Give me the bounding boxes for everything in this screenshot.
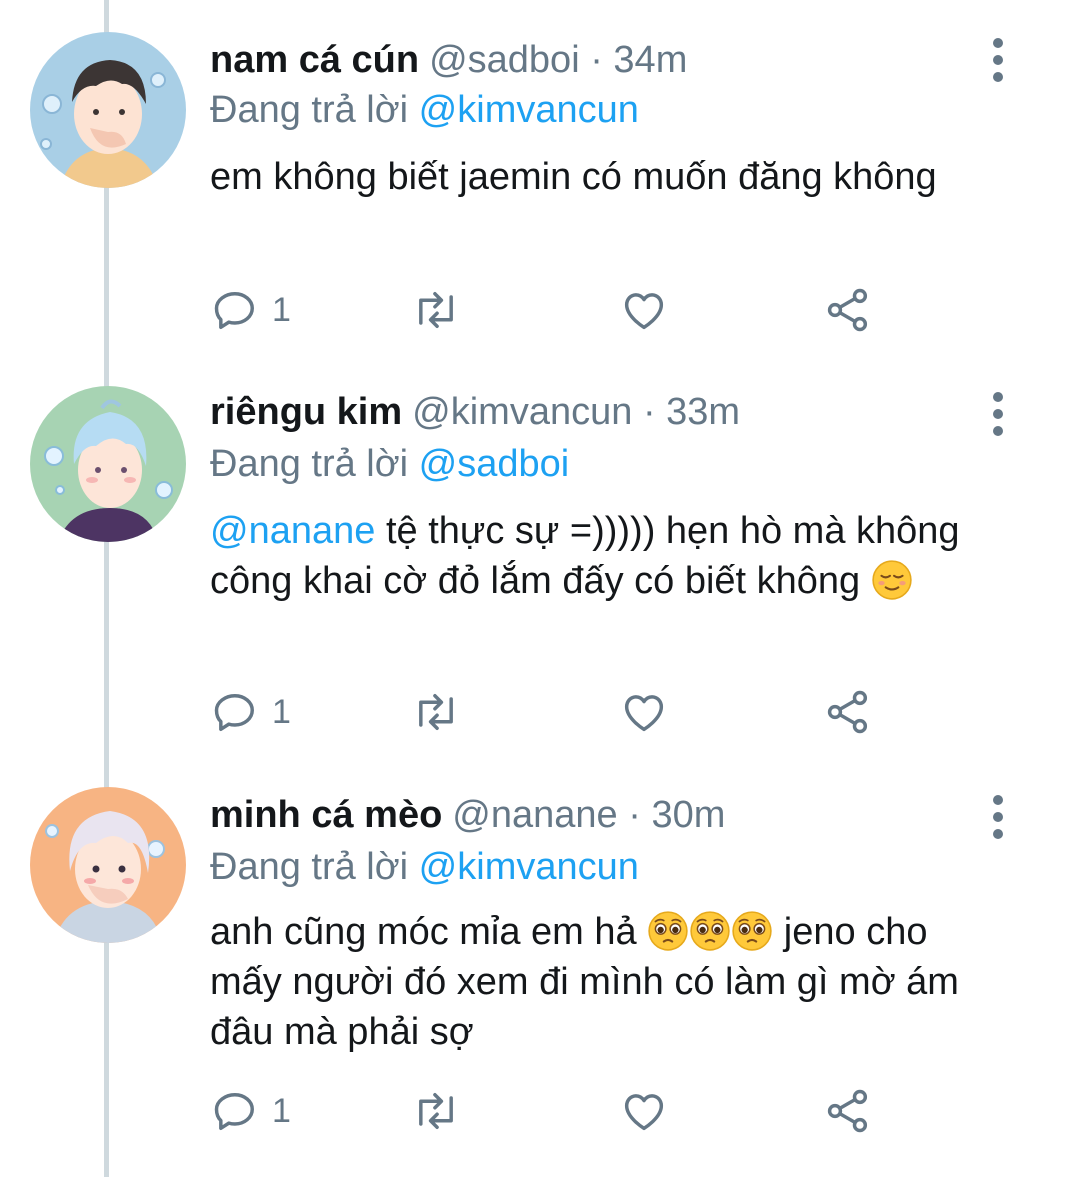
relieved-face-emoji <box>871 559 913 601</box>
replying-to-label: Đang trả lời <box>210 443 409 485</box>
avatar[interactable] <box>30 32 186 188</box>
retweet-button[interactable] <box>410 1083 470 1139</box>
tweet-header: minh cá mèo @nanane · 30m <box>210 785 725 845</box>
like-button[interactable] <box>618 1083 678 1139</box>
separator-dot: · <box>590 39 603 81</box>
more-vertical-icon[interactable] <box>986 392 1010 440</box>
tweet-text-before: anh cũng móc mỉa em hả <box>210 911 648 953</box>
tweet-header: riêngu kim @kimvancun · 33m <box>210 382 740 442</box>
share-icon <box>827 1089 868 1133</box>
replying-to-mention[interactable]: @sadboi <box>419 443 570 485</box>
display-name[interactable]: minh cá mèo <box>210 794 442 836</box>
replying-to: Đang trả lời @kimvancun <box>210 84 639 136</box>
retweet-icon <box>419 694 453 730</box>
tweet-actions: 1 <box>210 282 910 338</box>
more-vertical-icon[interactable] <box>986 38 1010 86</box>
reply-icon <box>214 694 254 732</box>
reply-button[interactable]: 1 <box>210 282 300 338</box>
heart-icon <box>624 293 664 330</box>
reply-count: 1 <box>272 693 291 731</box>
replying-to: Đang trả lời @kimvancun <box>210 841 639 893</box>
replying-to-mention[interactable]: @kimvancun <box>419 846 639 888</box>
tweet-text: anh cũng móc mỉa em hả jeno cho mấy ngườ… <box>210 907 990 1057</box>
user-handle[interactable]: @sadboi <box>429 39 580 81</box>
tweet-actions: 1 <box>210 684 910 740</box>
like-button[interactable] <box>618 684 678 740</box>
avatar-image <box>30 787 186 943</box>
reply-count: 1 <box>272 1092 291 1130</box>
separator-dot: · <box>642 391 656 433</box>
tweet-actions: 1 <box>210 1083 910 1139</box>
avatar[interactable] <box>30 386 186 542</box>
timestamp[interactable]: 30m <box>651 794 725 836</box>
heart-icon <box>624 1094 664 1131</box>
tweet-header: nam cá cún @sadboi · 34m <box>210 30 687 90</box>
reply-count: 1 <box>272 291 291 329</box>
reply-button[interactable]: 1 <box>210 1083 300 1139</box>
timestamp[interactable]: 33m <box>666 391 740 433</box>
replying-to-label: Đang trả lời <box>210 89 409 131</box>
tweet-text: em không biết jaemin có muốn đăng không <box>210 152 990 202</box>
display-name[interactable]: nam cá cún <box>210 39 419 81</box>
pleading-face-emoji <box>731 910 773 952</box>
display-name[interactable]: riêngu kim <box>210 391 402 433</box>
replying-to: Đang trả lời @sadboi <box>210 438 569 490</box>
share-button[interactable] <box>822 684 882 740</box>
share-icon <box>827 690 868 734</box>
timestamp[interactable]: 34m <box>613 39 687 81</box>
heart-icon <box>624 695 664 732</box>
pleading-face-emoji <box>647 910 689 952</box>
retweet-icon <box>419 292 453 328</box>
share-button[interactable] <box>822 282 882 338</box>
more-vertical-icon[interactable] <box>986 795 1010 843</box>
user-handle[interactable]: @kimvancun <box>412 391 632 433</box>
tweet-text-content: em không biết jaemin có muốn đăng không <box>210 156 937 198</box>
separator-dot: · <box>628 794 641 836</box>
reply-icon <box>214 292 254 330</box>
retweet-button[interactable] <box>410 684 470 740</box>
reply-icon <box>214 1093 254 1131</box>
avatar[interactable] <box>30 787 186 943</box>
avatar-image <box>30 32 186 188</box>
replying-to-label: Đang trả lời <box>210 846 409 888</box>
pleading-face-emoji <box>689 910 731 952</box>
share-button[interactable] <box>822 1083 882 1139</box>
reply-button[interactable]: 1 <box>210 684 300 740</box>
retweet-button[interactable] <box>410 282 470 338</box>
avatar-image <box>30 386 186 542</box>
share-icon <box>827 288 868 332</box>
like-button[interactable] <box>618 282 678 338</box>
user-handle[interactable]: @nanane <box>452 794 617 836</box>
replying-to-mention[interactable]: @kimvancun <box>419 89 639 131</box>
tweet-text: @nanane tệ thực sự =))))) hẹn hò mà khôn… <box>210 506 990 606</box>
text-mention[interactable]: @nanane <box>210 510 375 552</box>
retweet-icon <box>419 1093 453 1129</box>
